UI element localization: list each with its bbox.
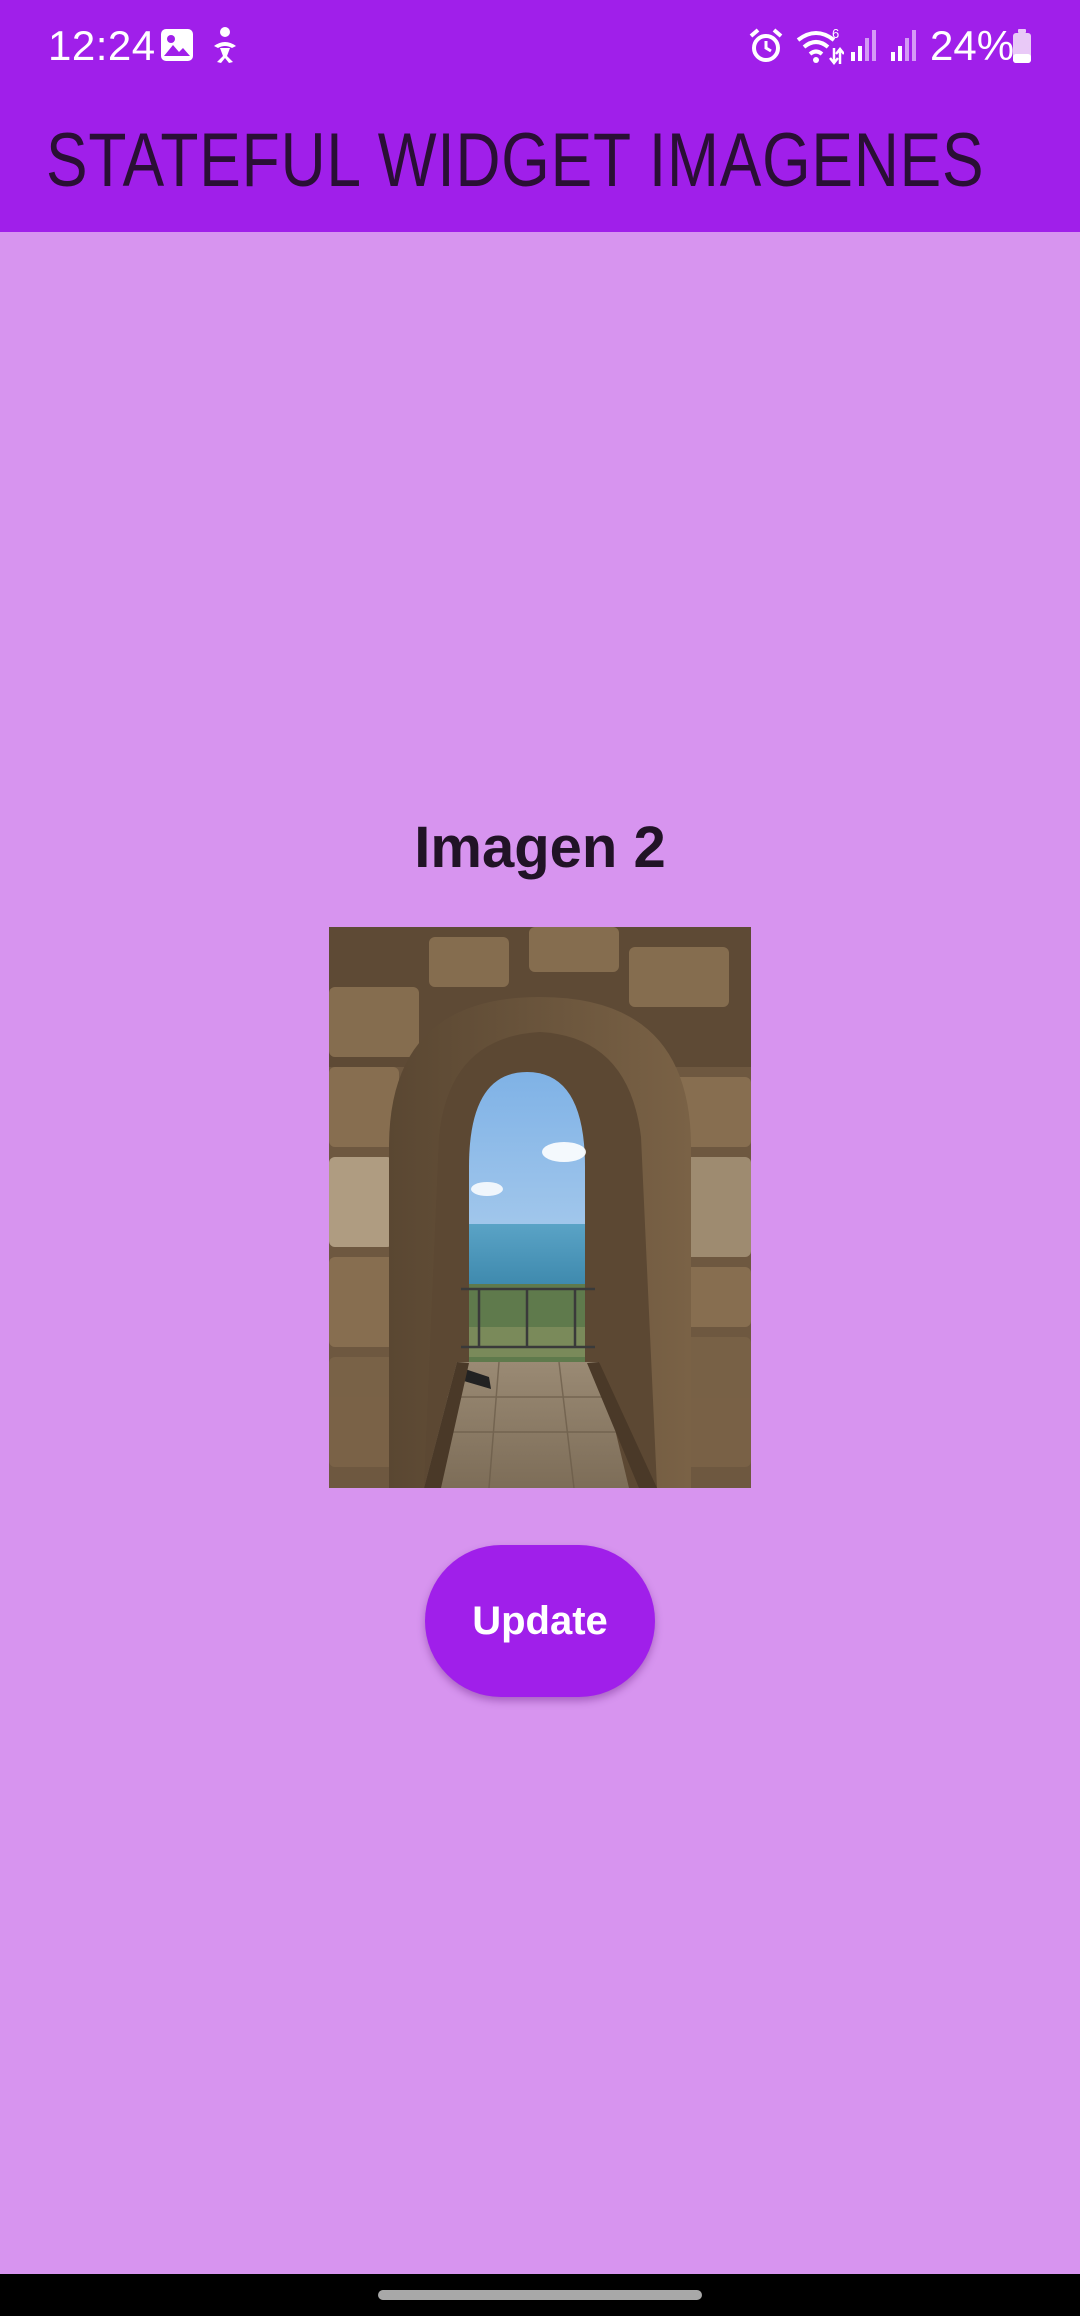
accessibility-icon	[214, 27, 236, 63]
alarm-icon	[749, 28, 783, 62]
navigation-bar	[0, 2274, 1080, 2316]
battery-icon	[1013, 29, 1031, 63]
app-bar: STATEFUL WIDGET IMAGENES	[0, 92, 1080, 232]
status-bar: 12:24 6 24%	[0, 0, 1080, 92]
status-time: 12:24	[48, 22, 156, 69]
svg-text:6: 6	[832, 26, 839, 41]
signal-icon	[891, 30, 916, 61]
app-title: STATEFUL WIDGET IMAGENES	[46, 118, 985, 203]
signal-icon	[851, 30, 876, 61]
battery-percent: 24%	[930, 22, 1015, 69]
image-icon	[161, 29, 193, 61]
update-button[interactable]: Update	[425, 1545, 655, 1697]
main-content: Imagen 2 Update	[0, 232, 1080, 2274]
home-gesture-handle[interactable]	[378, 2290, 702, 2300]
image-caption: Imagen 2	[414, 815, 666, 880]
wifi-6-icon: 6	[796, 26, 844, 66]
arch-window-photo	[329, 927, 751, 1488]
